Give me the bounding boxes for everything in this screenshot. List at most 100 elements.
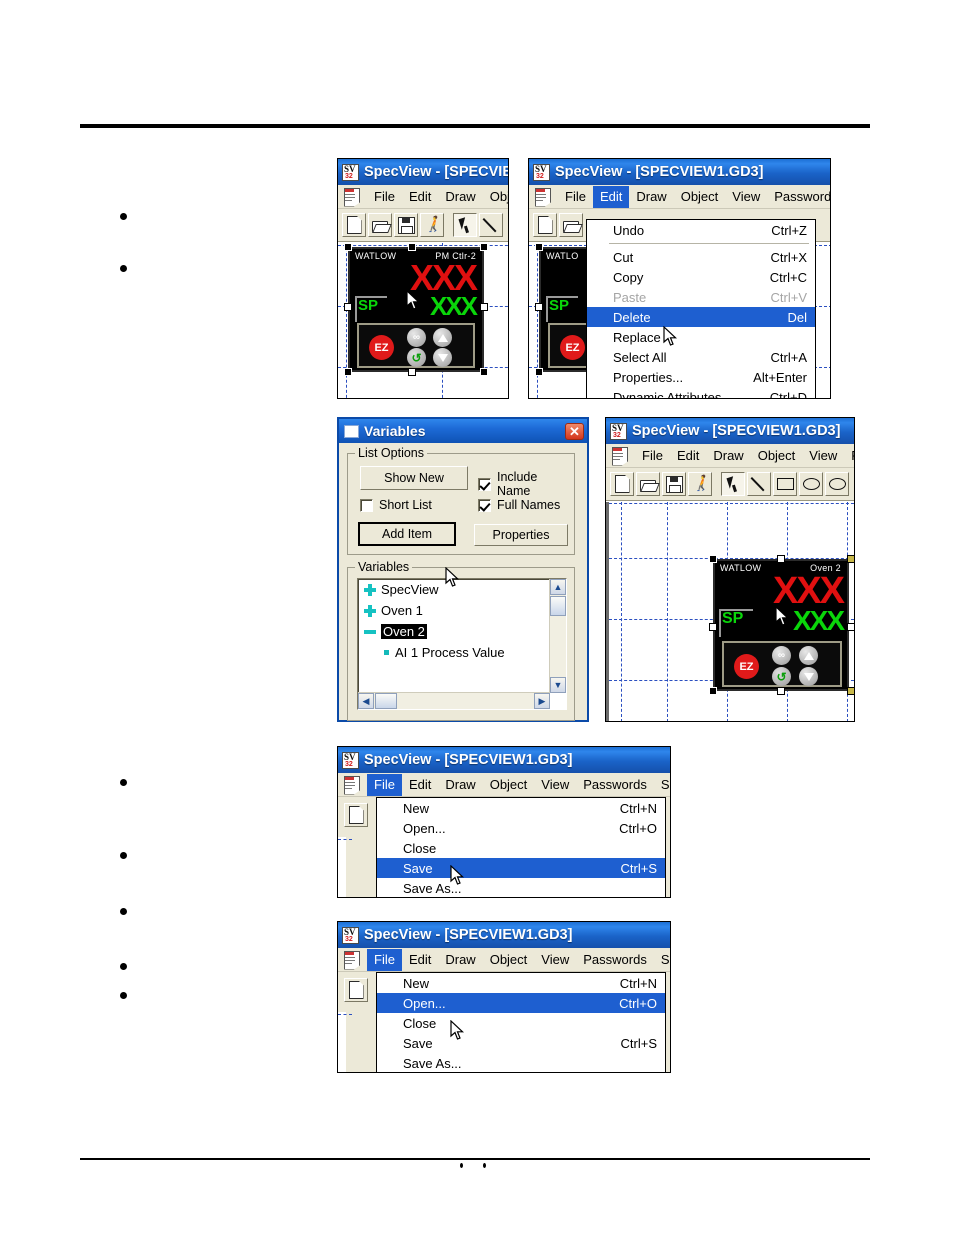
menu-item-new[interactable]: New Ctrl+N [377,973,665,993]
menu-item-dynamic-attributes[interactable]: Dynamic Attributes... Ctrl+D [587,387,815,399]
menu-item-save-as[interactable]: Save As... [377,878,665,897]
menu-bar[interactable]: File Edit Draw Object View Pa [606,444,854,468]
menu-edit[interactable]: Edit [402,949,438,971]
vertical-scrollbar[interactable]: ▲ ▼ [549,579,566,693]
menu-setup[interactable]: Setu [654,949,670,971]
new-icon[interactable] [533,213,557,237]
menu-item-select-all[interactable]: Select All Ctrl+A [587,347,815,367]
rounded-icon[interactable] [825,472,849,496]
menu-edit[interactable]: Edit [402,774,438,796]
menu-bar[interactable]: File Edit Draw Object View Passwords Set… [338,948,670,972]
up-arrow-key[interactable] [799,646,818,665]
tree-item-oven-2[interactable]: Oven 2 [358,621,566,642]
specview-window-edit-menu[interactable]: SV 32 SpecView - [SPECVIEW1.GD3] File Edi… [528,158,831,399]
menu-passwords[interactable]: Passwords [767,186,830,208]
open-icon[interactable] [368,213,392,237]
rectangle-icon[interactable] [773,472,797,496]
tree-item-oven-1[interactable]: Oven 1 [358,600,566,621]
specview-window-file-save[interactable]: SV 32 SpecView - [SPECVIEW1.GD3] File Edi… [337,746,671,898]
scroll-thumb-vertical[interactable] [550,596,566,616]
menu-item-properties[interactable]: Properties... Alt+Enter [587,367,815,387]
plus-icon[interactable] [364,604,376,617]
menu-item-paste[interactable]: Paste Ctrl+V [587,287,815,307]
menu-edit[interactable]: Edit [670,445,706,467]
specview-window-file-open[interactable]: SV 32 SpecView - [SPECVIEW1.GD3] File Edi… [337,921,671,1073]
menu-bar[interactable]: File Edit Draw Obje [338,185,508,209]
menu-passwords[interactable]: Pa [844,445,854,467]
menu-view[interactable]: View [534,949,576,971]
infinity-key[interactable]: ∞ [407,328,426,347]
file-dropdown-menu[interactable]: New Ctrl+N Open... Ctrl+O Close Save Ctr… [376,797,666,897]
menu-draw[interactable]: Draw [438,949,482,971]
menu-item-new[interactable]: New Ctrl+N [377,798,665,818]
select-arrow-icon[interactable] [721,472,745,496]
menu-item-undo[interactable]: Undo Ctrl+Z [587,220,815,240]
menu-object[interactable]: Obje [483,186,508,208]
down-arrow-key[interactable] [799,667,818,686]
tool-bar[interactable]: 🚶 [606,468,854,501]
menu-edit[interactable]: Edit [402,186,438,208]
edit-dropdown-menu[interactable]: Undo Ctrl+Z Cut Ctrl+X Copy Ctrl+C Paste… [586,219,816,399]
variables-tree[interactable]: SpecView Oven 1 Oven 2 AI 1 Process Valu… [357,578,567,710]
save-icon[interactable] [394,213,418,237]
short-list-checkbox[interactable]: Short List [360,498,432,512]
design-canvas[interactable]: WATLOW Oven 2 XXX SP XXX EZ ∞ ↺ [606,502,854,721]
plus-icon[interactable] [364,583,376,596]
new-icon[interactable] [342,213,366,237]
device-keypad[interactable]: EZ ∞ ↺ [722,641,842,687]
menu-object[interactable]: Object [751,445,803,467]
tree-item-ai-1-process-value[interactable]: AI 1 Process Value [358,642,566,663]
menu-setup[interactable]: Setu [654,774,670,796]
menu-item-cut[interactable]: Cut Ctrl+X [587,247,815,267]
loop-key[interactable]: ↺ [407,348,426,367]
menu-object[interactable]: Object [674,186,726,208]
open-icon[interactable] [636,472,660,496]
menu-file[interactable]: File [367,186,402,208]
select-arrow-icon[interactable] [453,213,477,237]
watlow-controller[interactable]: WATLOW PM Ctlr-2 XXX SP XXX EZ ∞ ↺ [348,247,484,372]
menu-draw[interactable]: Draw [438,774,482,796]
file-dropdown-menu[interactable]: New Ctrl+N Open... Ctrl+O Close Save Ctr… [376,972,666,1072]
menu-object[interactable]: Object [483,774,535,796]
menu-file[interactable]: File [367,948,402,971]
menu-view[interactable]: View [802,445,844,467]
menu-draw[interactable]: Draw [438,186,482,208]
up-arrow-key[interactable] [433,328,452,347]
menu-file[interactable]: File [558,186,593,208]
menu-object[interactable]: Object [483,949,535,971]
ez-key[interactable]: EZ [560,335,585,360]
menu-item-copy[interactable]: Copy Ctrl+C [587,267,815,287]
menu-bar[interactable]: File Edit Draw Object View Passwords [529,185,830,209]
menu-item-close[interactable]: Close [377,1013,665,1033]
tool-bar[interactable]: 🚶 [338,209,508,242]
new-icon[interactable] [344,978,368,1002]
menu-edit[interactable]: Edit [592,185,630,208]
menu-file[interactable]: File [635,445,670,467]
properties-button[interactable]: Properties [474,524,568,546]
menu-draw[interactable]: Draw [629,186,673,208]
run-icon[interactable]: 🚶 [688,472,712,496]
add-item-button[interactable]: Add Item [358,522,456,546]
specview-window-left[interactable]: SV 32 SpecView - [SPECVIE File Edit Draw … [337,158,509,399]
new-icon[interactable] [344,803,368,827]
menu-view[interactable]: View [534,774,576,796]
ez-key[interactable]: EZ [734,654,759,679]
menu-passwords[interactable]: Passwords [576,949,654,971]
menu-view[interactable]: View [725,186,767,208]
infinity-key[interactable]: ∞ [772,646,791,665]
menu-item-save-as[interactable]: Save As... [377,1053,665,1072]
tree-item-specview[interactable]: SpecView [358,579,566,600]
menu-passwords[interactable]: Passwords [576,774,654,796]
ellipse-icon[interactable] [799,472,823,496]
device-keypad[interactable]: EZ ∞ ↺ [357,323,475,368]
scroll-right-button[interactable]: ▶ [534,693,550,709]
design-canvas[interactable]: WATLOW PM Ctlr-2 XXX SP XXX EZ ∞ ↺ [338,243,508,398]
variables-dialog[interactable]: Variables ✕ List Options Show New Includ… [337,417,589,722]
include-name-checkbox[interactable]: Include Name [478,470,574,498]
menu-item-open[interactable]: Open... Ctrl+O [377,993,665,1013]
ez-key[interactable]: EZ [369,335,394,360]
new-icon[interactable] [610,472,634,496]
save-icon[interactable] [662,472,686,496]
show-new-button[interactable]: Show New [360,466,468,490]
menu-item-delete[interactable]: Delete Del [587,307,815,327]
